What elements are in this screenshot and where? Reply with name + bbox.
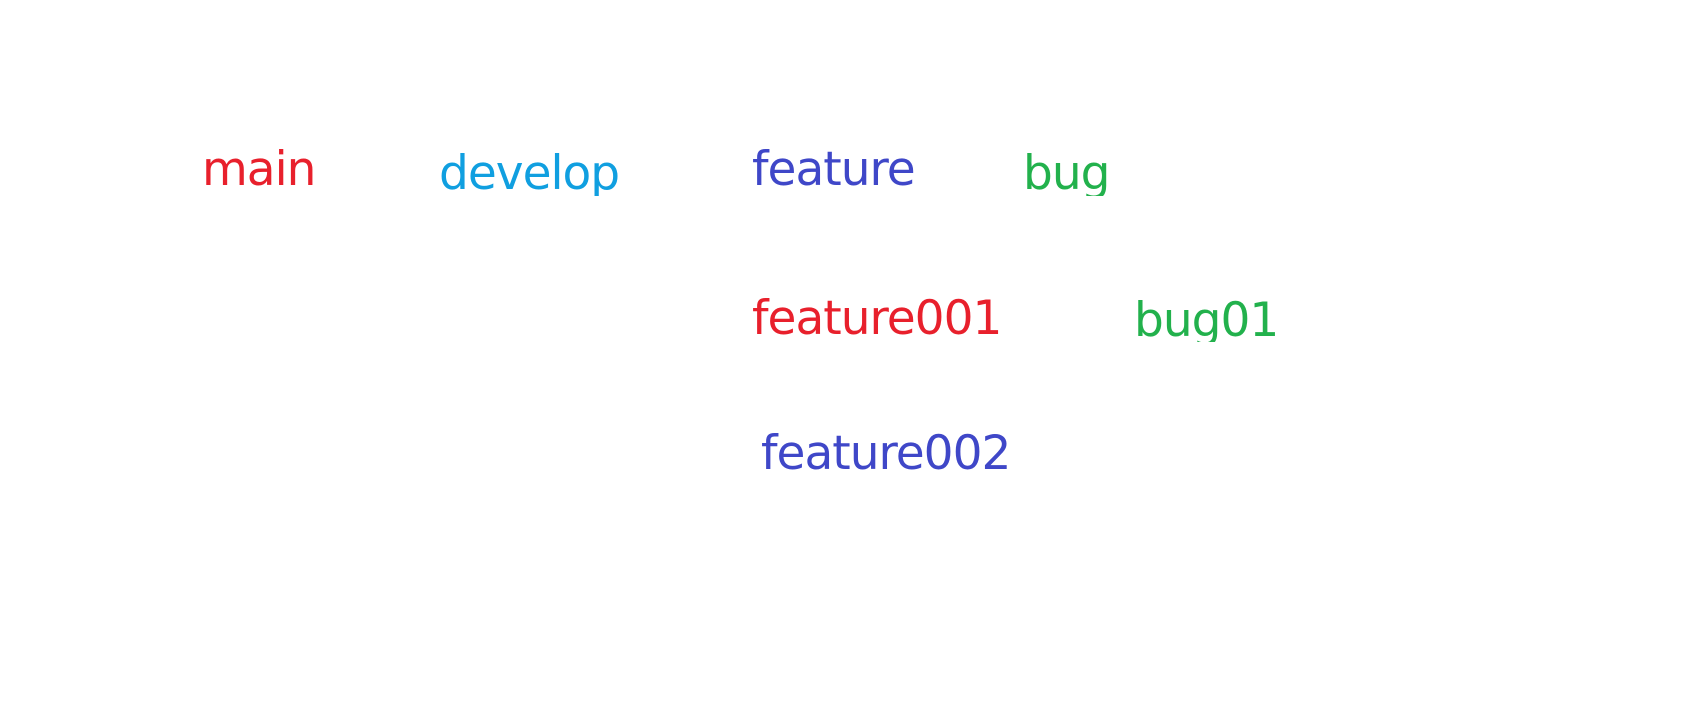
branch-label-feature: feature (752, 146, 915, 196)
branch-label-bug: bug (1023, 150, 1110, 196)
branch-label-main: main (202, 142, 316, 197)
branch-label-bug01: bug01 (1134, 297, 1279, 342)
branch-label-feature001: feature001 (752, 295, 1002, 342)
branch-label-feature002: feature002 (761, 426, 1011, 481)
branch-label-develop: develop (439, 150, 620, 196)
